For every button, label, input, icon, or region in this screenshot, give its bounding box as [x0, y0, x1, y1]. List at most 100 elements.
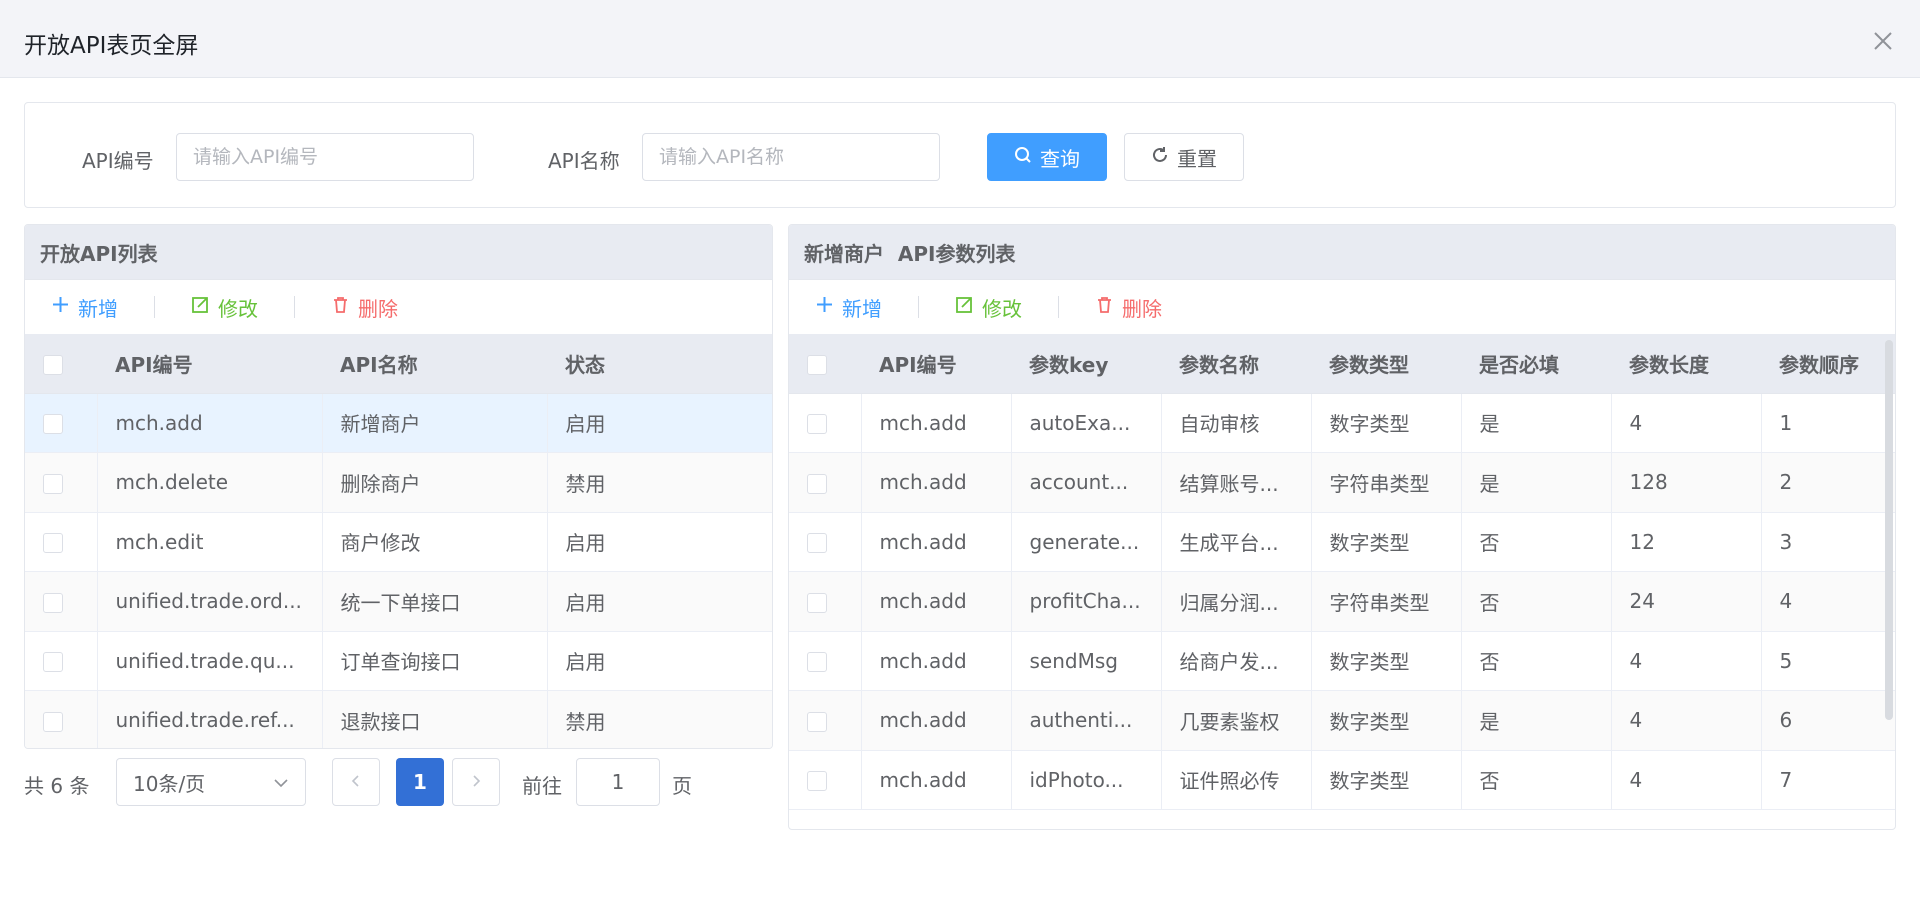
- api-params-title: 新增商户 API参数列表: [789, 225, 1895, 280]
- required-cell: 是: [1461, 690, 1612, 751]
- row-checkbox[interactable]: [789, 631, 862, 691]
- api-code-cell: mch.add: [861, 631, 1012, 691]
- param-key-cell: account...: [1011, 452, 1162, 513]
- table-row[interactable]: mch.add sendMsg 给商户发... 数字类型 否 4 5: [789, 631, 1895, 691]
- api-name-label: API名称: [548, 149, 620, 173]
- plus-icon: [51, 295, 70, 319]
- select-all-checkbox[interactable]: [789, 334, 861, 394]
- page-size-select[interactable]: 10条/页: [116, 758, 306, 806]
- param-type-cell: 数字类型: [1311, 393, 1462, 453]
- table-row[interactable]: unified.trade.ord... 统一下单接口 启用: [25, 571, 772, 632]
- row-checkbox[interactable]: [789, 690, 862, 751]
- divider: [918, 296, 919, 318]
- column-header[interactable]: 参数名称: [1161, 334, 1311, 394]
- row-checkbox[interactable]: [789, 750, 862, 810]
- row-checkbox[interactable]: [789, 512, 862, 572]
- reset-button[interactable]: 重置: [1124, 133, 1244, 181]
- table-row[interactable]: mch.add account... 结算账号... 字符串类型 是 128 2: [789, 452, 1895, 513]
- column-header[interactable]: 参数长度: [1611, 334, 1761, 394]
- column-header[interactable]: 参数顺序: [1761, 334, 1895, 394]
- pagination-total: 共 6 条: [24, 774, 90, 798]
- edit-icon: [955, 295, 974, 319]
- delete-api-button[interactable]: 删除: [331, 293, 398, 322]
- row-checkbox[interactable]: [789, 571, 862, 632]
- delete-param-button[interactable]: 删除: [1095, 293, 1162, 322]
- plus-icon: [815, 295, 834, 319]
- row-checkbox[interactable]: [25, 690, 98, 748]
- param-order-cell: 5: [1761, 631, 1895, 691]
- add-api-button[interactable]: 新增: [51, 293, 118, 322]
- chevron-right-icon: [469, 773, 483, 792]
- table-row[interactable]: mch.add authenti... 几要素鉴权 数字类型 是 4 6: [789, 690, 1895, 751]
- page-number-current[interactable]: 1: [396, 758, 444, 806]
- api-code-cell: unified.trade.qu...: [97, 631, 323, 691]
- api-code-cell: mch.add: [861, 393, 1012, 453]
- row-checkbox[interactable]: [25, 452, 98, 513]
- param-name-cell: 生成平台...: [1161, 512, 1312, 572]
- select-all-checkbox[interactable]: [25, 334, 97, 394]
- api-code-cell: mch.add: [861, 690, 1012, 751]
- table-row[interactable]: unified.trade.ref... 退款接口 禁用: [25, 690, 772, 748]
- param-key-cell: idPhoto...: [1011, 750, 1162, 810]
- column-header[interactable]: 参数类型: [1311, 334, 1461, 394]
- add-label: 新增: [78, 296, 118, 321]
- param-length-cell: 4: [1611, 631, 1762, 691]
- api-params-panel: 新增商户 API参数列表 新增 修改 删除 API编号 参数key 参数名称 参…: [788, 224, 1896, 830]
- api-code-cell: mch.edit: [97, 512, 323, 572]
- next-page-button[interactable]: [452, 758, 500, 806]
- edit-api-button[interactable]: 修改: [191, 293, 258, 322]
- table-row[interactable]: mch.add 新增商户 启用: [25, 393, 772, 453]
- table-row[interactable]: mch.add autoExa... 自动审核 数字类型 是 4 1: [789, 393, 1895, 453]
- required-cell: 否: [1461, 750, 1612, 810]
- param-key-cell: authenti...: [1011, 690, 1162, 751]
- api-name-cell: 退款接口: [322, 690, 548, 748]
- api-name-cell: 统一下单接口: [322, 571, 548, 632]
- reset-label: 重置: [1177, 146, 1217, 171]
- params-table-scrollbar[interactable]: [1885, 340, 1893, 720]
- table-row[interactable]: mch.add idPhoto... 证件照必传 数字类型 否 4 7: [789, 750, 1895, 810]
- trash-icon: [331, 295, 350, 319]
- goto-label: 前往: [522, 774, 562, 798]
- prev-page-button[interactable]: [332, 758, 380, 806]
- row-checkbox[interactable]: [25, 631, 98, 691]
- edit-param-button[interactable]: 修改: [955, 293, 1022, 322]
- column-header[interactable]: API编号: [97, 334, 322, 394]
- row-checkbox[interactable]: [789, 393, 862, 453]
- param-order-cell: 4: [1761, 571, 1895, 632]
- api-list-toolbar: 新增 修改 删除: [25, 280, 772, 334]
- table-header-row: API编号 API名称 状态: [25, 334, 772, 394]
- table-row[interactable]: unified.trade.qu... 订单查询接口 启用: [25, 631, 772, 691]
- column-header[interactable]: 是否必填: [1461, 334, 1611, 394]
- param-key-cell: sendMsg: [1011, 631, 1162, 691]
- table-row[interactable]: mch.edit 商户修改 启用: [25, 512, 772, 572]
- api-name-cell: 新增商户: [322, 393, 548, 453]
- table-row[interactable]: mch.add generate... 生成平台... 数字类型 否 12 3: [789, 512, 1895, 572]
- params-table: API编号 参数key 参数名称 参数类型 是否必填 参数长度 参数顺序 mch…: [789, 334, 1895, 810]
- api-code-input[interactable]: [176, 133, 474, 181]
- row-checkbox[interactable]: [789, 452, 862, 513]
- column-header[interactable]: API编号: [861, 334, 1011, 394]
- table-row[interactable]: mch.delete 删除商户 禁用: [25, 452, 772, 513]
- row-checkbox[interactable]: [25, 512, 98, 572]
- param-name-cell: 结算账号...: [1161, 452, 1312, 513]
- param-type-cell: 字符串类型: [1311, 452, 1462, 513]
- column-header[interactable]: API名称: [322, 334, 547, 394]
- param-type-cell: 数字类型: [1311, 631, 1462, 691]
- goto-page-input[interactable]: [576, 758, 660, 806]
- pagination: 共 6 条 10条/页 1 前往 页: [24, 748, 772, 816]
- column-header[interactable]: 参数key: [1011, 334, 1161, 394]
- param-length-cell: 4: [1611, 690, 1762, 751]
- divider: [154, 296, 155, 318]
- row-checkbox[interactable]: [25, 571, 98, 632]
- api-name-input[interactable]: [642, 133, 940, 181]
- param-order-cell: 2: [1761, 452, 1895, 513]
- table-row[interactable]: mch.add profitCha... 归属分润... 字符串类型 否 24 …: [789, 571, 1895, 632]
- search-card: API编号 API名称 查询 重置: [24, 102, 1896, 208]
- query-button[interactable]: 查询: [987, 133, 1107, 181]
- close-icon[interactable]: [1872, 30, 1894, 52]
- column-header[interactable]: 状态: [547, 334, 772, 394]
- edit-icon: [191, 295, 210, 319]
- param-key-cell: generate...: [1011, 512, 1162, 572]
- row-checkbox[interactable]: [25, 393, 98, 453]
- add-param-button[interactable]: 新增: [815, 293, 882, 322]
